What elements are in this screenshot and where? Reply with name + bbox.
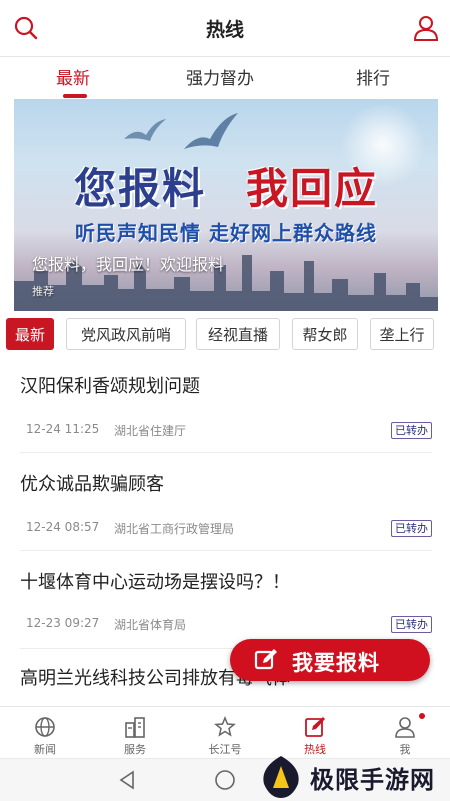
watermark-logo	[263, 756, 299, 798]
banner-caption: 您报料，我回应！欢迎报料	[32, 255, 225, 274]
nav-label: 长江号	[208, 743, 242, 756]
chip-party-style[interactable]: 党风政风前哨	[66, 318, 186, 350]
banner-headline: 您报料 我回应	[14, 155, 438, 216]
news-time: 12-24 08:57	[26, 520, 100, 534]
status-badge: 已转办	[391, 520, 432, 537]
list-item[interactable]: 汉阳保利香颂规划问题 12-24 11:25 湖北省住建厅 已转办	[20, 372, 432, 453]
nav-label: 新闻	[34, 743, 56, 756]
news-title: 十堰体育中心运动场是摆设吗？！	[20, 572, 290, 593]
status-badge: 已转办	[391, 616, 432, 633]
banner-tag: 推荐	[32, 285, 54, 298]
news-department: 湖北省住建厅	[114, 424, 187, 438]
news-department: 湖北省工商行政管理局	[114, 522, 235, 536]
banner-headline-part1: 您报料	[73, 164, 206, 213]
tab-supervision[interactable]: 强力督办	[186, 64, 254, 89]
category-chips: 最新 党风政风前哨 经视直播 帮女郎 垄上行	[0, 318, 450, 354]
watermark: 极限手游网	[258, 752, 448, 800]
chip-countryside[interactable]: 垄上行	[370, 318, 434, 350]
tab-latest[interactable]: 最新	[56, 64, 90, 89]
report-button[interactable]: 我要报料	[230, 639, 430, 681]
user-icon[interactable]	[412, 14, 440, 42]
promo-banner[interactable]: 您报料 我回应 听民声知民情 走好网上群众路线 您报料，我回应！欢迎报料 推荐	[14, 99, 438, 311]
status-badge: 已转办	[391, 422, 432, 439]
home-icon[interactable]	[214, 769, 236, 791]
app-header: 热线	[0, 0, 450, 57]
edit-icon	[305, 717, 325, 737]
news-department: 湖北省体育局	[114, 618, 187, 632]
news-title: 汉阳保利香颂规划问题	[20, 376, 200, 397]
list-item[interactable]: 十堰体育中心运动场是摆设吗？！ 12-23 09:27 湖北省体育局 已转办	[20, 568, 432, 649]
chip-live[interactable]: 经视直播	[196, 318, 280, 350]
page-title: 热线	[205, 19, 244, 41]
birds-illustration	[124, 113, 238, 149]
globe-icon	[35, 717, 55, 737]
banner-headline-part2: 我回应	[246, 164, 379, 213]
back-icon[interactable]	[118, 770, 136, 790]
edit-icon	[254, 649, 277, 670]
list-item[interactable]: 优众诚品欺骗顾客 12-24 08:57 湖北省工商行政管理局 已转办	[20, 470, 432, 551]
watermark-text: 极限手游网	[310, 766, 435, 794]
nav-label: 服务	[124, 743, 146, 756]
report-button-label: 我要报料	[292, 651, 380, 675]
news-time: 12-24 11:25	[26, 422, 100, 436]
nav-service[interactable]: 服务	[90, 707, 180, 759]
tab-ranking[interactable]: 排行	[356, 64, 390, 89]
news-title: 优众诚品欺骗顾客	[20, 474, 164, 495]
chip-latest[interactable]: 最新	[6, 318, 54, 350]
top-tabs: 最新 强力督办 排行	[0, 56, 450, 98]
nav-changjiang[interactable]: 长江号	[180, 707, 270, 759]
star-icon	[214, 716, 236, 737]
nav-news[interactable]: 新闻	[0, 707, 90, 759]
news-time: 12-23 09:27	[26, 616, 100, 630]
buildings-icon	[125, 717, 145, 738]
user-icon	[395, 717, 415, 738]
notification-dot	[419, 713, 425, 719]
chip-help-girl[interactable]: 帮女郎	[292, 318, 358, 350]
active-tab-indicator	[63, 94, 87, 98]
